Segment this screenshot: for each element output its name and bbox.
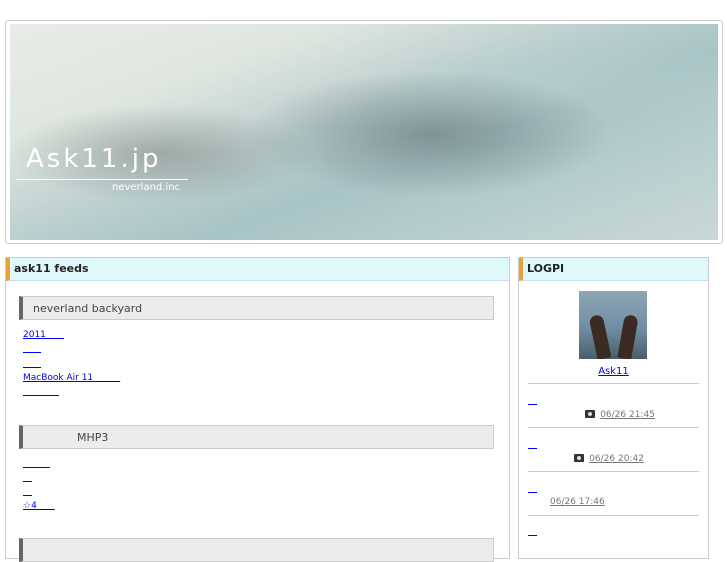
feed-link[interactable] bbox=[23, 356, 41, 369]
feed-link[interactable]: 2011 bbox=[23, 327, 64, 340]
logpi-panel: LOGPI Ask11 06/26 21:45 06/26 20:42 06/2… bbox=[518, 257, 709, 559]
post-link[interactable] bbox=[528, 481, 537, 494]
feed-link[interactable] bbox=[23, 470, 32, 483]
feed-link[interactable] bbox=[23, 384, 59, 397]
feed-link[interactable] bbox=[23, 456, 50, 469]
post-link[interactable] bbox=[528, 524, 537, 537]
feed-section-title bbox=[19, 538, 494, 562]
post-time[interactable]: 06/26 20:42 bbox=[589, 454, 644, 464]
title-divider bbox=[16, 179, 188, 180]
divider bbox=[528, 471, 699, 472]
post-link[interactable] bbox=[528, 437, 537, 450]
camera-icon bbox=[574, 454, 584, 462]
post-link[interactable] bbox=[528, 393, 537, 406]
feeds-panel: ask11 feeds neverland backyard 2011 MacB… bbox=[5, 257, 510, 562]
post-time[interactable]: 06/26 21:45 bbox=[600, 410, 655, 420]
divider bbox=[528, 427, 699, 428]
post-time[interactable]: 06/26 17:46 bbox=[550, 497, 605, 507]
divider bbox=[528, 515, 699, 516]
divider bbox=[528, 383, 699, 384]
feed-section-title: neverland backyard bbox=[19, 296, 494, 320]
feed-link[interactable]: ☆4 bbox=[23, 498, 55, 511]
header-banner: Ask11.jp neverland.inc bbox=[5, 20, 723, 244]
feed-link[interactable] bbox=[23, 341, 41, 354]
beach-banner-image[interactable]: Ask11.jp neverland.inc bbox=[10, 24, 718, 240]
feeds-panel-title: ask11 feeds bbox=[6, 258, 509, 281]
site-subtitle: neverland.inc bbox=[112, 182, 181, 193]
logpi-panel-title: LOGPI bbox=[519, 258, 708, 281]
user-name-link[interactable]: Ask11 bbox=[598, 366, 629, 377]
camera-icon bbox=[585, 410, 595, 418]
feed-link[interactable] bbox=[23, 484, 32, 497]
feed-link[interactable]: MacBook Air 11 bbox=[23, 370, 120, 383]
feed-section-title: MHP3 bbox=[19, 425, 494, 449]
avatar[interactable] bbox=[579, 291, 647, 359]
site-title[interactable]: Ask11.jp bbox=[26, 144, 161, 174]
